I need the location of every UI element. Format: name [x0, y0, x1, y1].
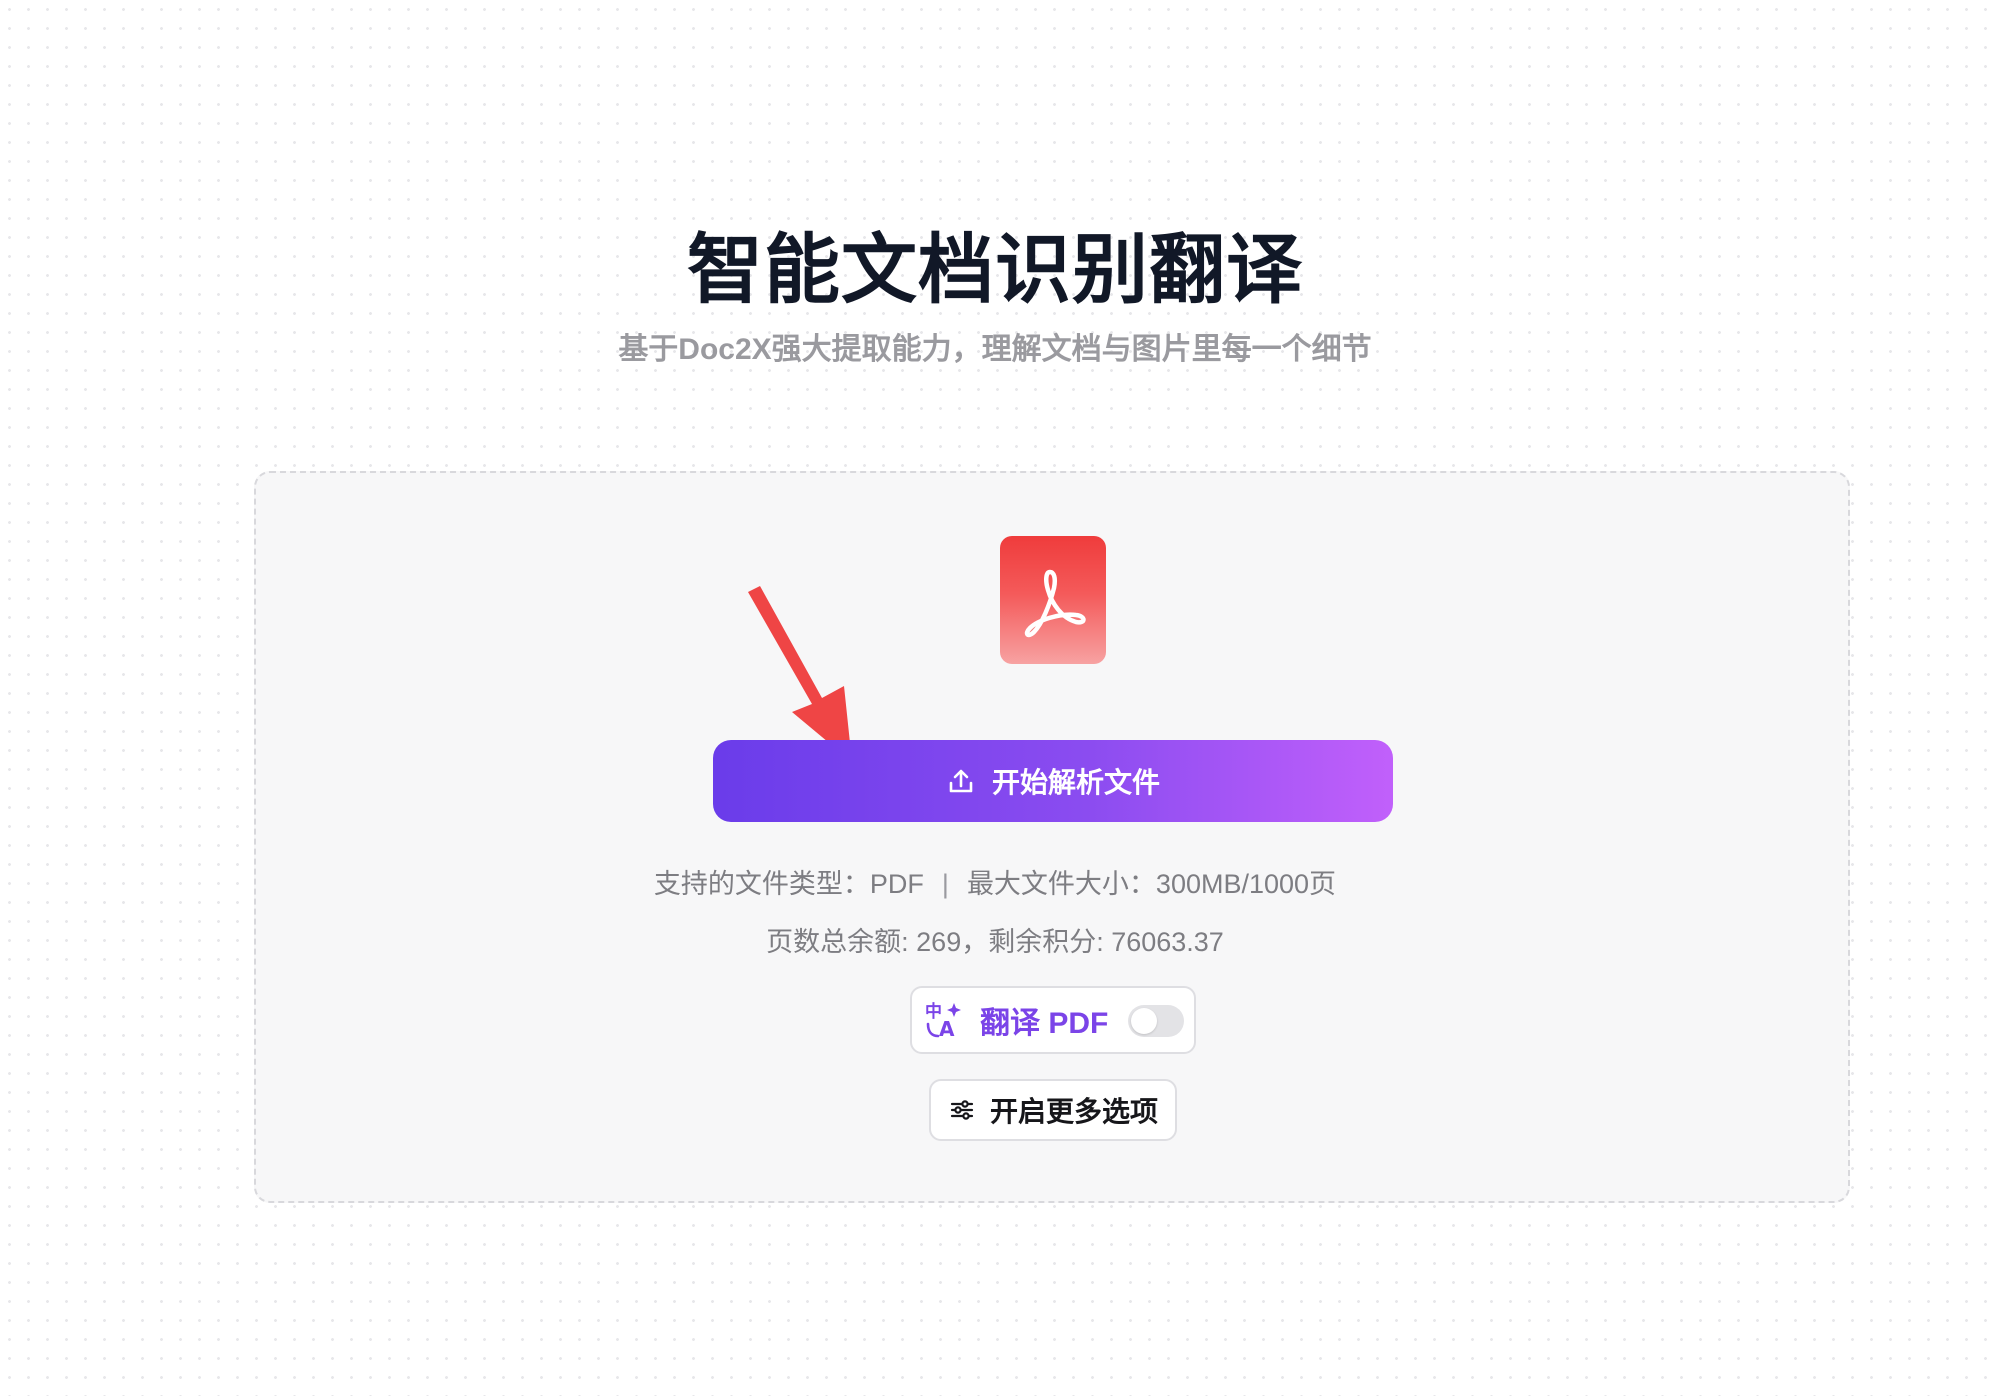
start-parse-button[interactable]: 开始解析文件: [713, 740, 1393, 822]
more-options-button[interactable]: 开启更多选项: [929, 1079, 1177, 1141]
adobe-pdf-icon: [1000, 536, 1106, 664]
max-size-text: 最大文件大小：300MB/1000页: [966, 869, 1337, 899]
file-limits-text: 支持的文件类型：PDF | 最大文件大小：300MB/1000页: [0, 866, 1990, 902]
translate-icon: 中 A: [924, 1000, 964, 1040]
page-subtitle: 基于Doc2X强大提取能力，理解文档与图片里每一个细节: [618, 333, 1372, 366]
page-title: 智能文档识别翻译: [687, 228, 1303, 313]
sliders-icon: [950, 1100, 974, 1120]
supported-types-text: 支持的文件类型：PDF: [653, 869, 924, 899]
translate-pdf-toggle[interactable]: 中 A 翻译 PDF: [910, 986, 1196, 1054]
translate-switch[interactable]: [1128, 1005, 1184, 1037]
start-parse-label: 开始解析文件: [991, 767, 1160, 798]
upload-icon: [949, 769, 973, 793]
svg-text:A: A: [939, 1017, 955, 1040]
switch-knob: [1131, 1008, 1157, 1034]
more-options-label: 开启更多选项: [989, 1096, 1158, 1127]
info-separator: |: [941, 869, 949, 899]
quota-text: 页数总余额: 269，剩余积分: 76063.37: [766, 927, 1224, 957]
translate-pdf-label: 翻译 PDF: [980, 1007, 1109, 1040]
